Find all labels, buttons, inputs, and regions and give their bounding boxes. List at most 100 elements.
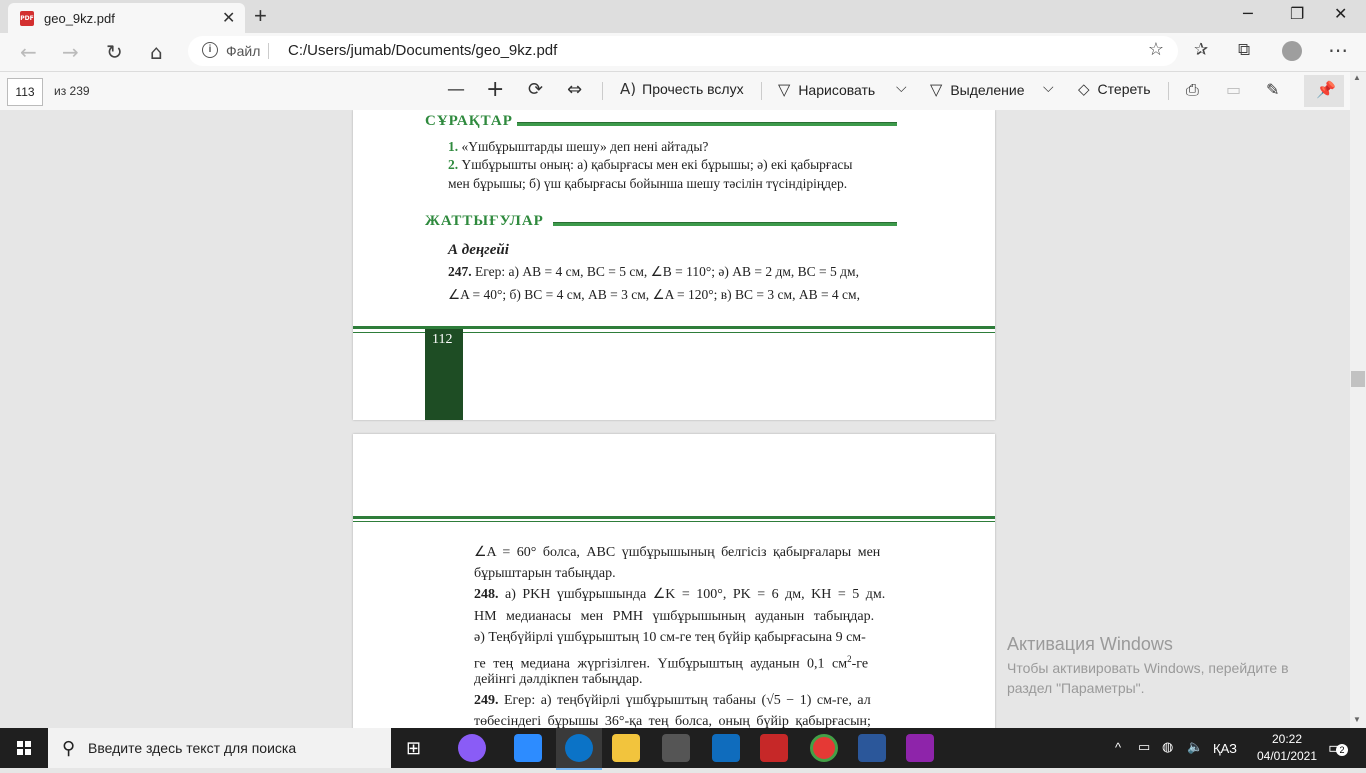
exercise-247-cont-line-1: ∠A = 60° болса, ABC үшбұрышының белгісіз… [474, 545, 881, 560]
exercise-249-line-2: төбесіндегі бұрышы 36°-қа тең болса, оны… [474, 714, 871, 728]
start-button[interactable] [0, 728, 48, 768]
search-placeholder: Введите здесь текст для поиска [88, 740, 297, 756]
save-as-icon[interactable]: ✎ [1266, 80, 1279, 99]
tab-title: geo_9kz.pdf [44, 11, 115, 26]
more-icon[interactable]: ⋯ [1328, 38, 1348, 62]
clock[interactable]: 20:22 04/01/2021 [1255, 731, 1319, 765]
scroll-up-icon[interactable]: ▲ [1353, 73, 1361, 82]
print-icon[interactable]: ⎙ [1186, 80, 1199, 100]
windows-logo-icon [17, 741, 31, 755]
master-app-icon[interactable] [760, 734, 788, 762]
battery-icon[interactable]: ▭ [1138, 739, 1150, 755]
read-aloud-button[interactable]: A) Прочесть вслух [620, 80, 744, 98]
pdf-page-112: СҰРАҚТАР 1. «Үшбұрыштарды шешу» деп нені… [353, 110, 995, 420]
rotate-icon[interactable]: ⟳ [528, 79, 543, 100]
window-close-icon[interactable]: ✕ [1334, 4, 1347, 23]
profile-avatar[interactable] [1282, 41, 1302, 61]
file-explorer-icon[interactable] [612, 734, 640, 762]
toolbar-separator [602, 82, 603, 100]
level-heading: А деңгейі [448, 242, 509, 258]
questions-heading: СҰРАҚТАР [425, 113, 513, 129]
address-scheme-label: Файл [226, 43, 261, 59]
exercise-249-line-1: 249. Егер: а) теңбүйірлі үшбұрыштың таба… [474, 693, 871, 708]
highlight-button[interactable]: ▽ Выделение [930, 80, 1025, 99]
header-rule-thin [353, 521, 995, 522]
search-icon: ⚲ [62, 738, 76, 758]
edge-taskbar-button[interactable] [556, 728, 602, 770]
fit-page-icon[interactable]: ⇔ [567, 79, 582, 100]
vertical-scrollbar[interactable] [1350, 72, 1366, 728]
winrar-icon[interactable] [906, 734, 934, 762]
clock-date: 04/01/2021 [1256, 749, 1318, 763]
heading-rule [553, 222, 897, 226]
new-tab-icon[interactable]: + [254, 3, 267, 29]
exercises-heading: ЖАТТЫҒУЛАР [425, 213, 544, 229]
zoom-out-icon[interactable]: — [447, 79, 465, 100]
pdf-file-icon: PDF [20, 11, 34, 26]
mail-icon[interactable] [712, 734, 740, 762]
exercise-248-line-3: ә) Теңбүйірлі үшбұрыштың 10 см-ге тең бү… [474, 630, 866, 645]
volume-icon[interactable]: 🔈 [1187, 739, 1203, 755]
clock-time: 20:22 [1271, 732, 1303, 746]
pen-icon: ▽ [778, 80, 791, 99]
erase-button[interactable]: ◇ Стереть [1078, 80, 1151, 98]
activation-title: Активация Windows [1007, 634, 1173, 654]
question-2-line-1: 2. Үшбұрышты оның: а) қабырғасы мен екі … [448, 157, 853, 172]
url-text[interactable]: C:/Users/jumab/Documents/geo_9kz.pdf [288, 42, 557, 59]
page-number-tab: 112 [425, 329, 463, 420]
favorite-star-icon[interactable]: ☆ [1148, 39, 1164, 60]
page-number-input[interactable]: 113 [7, 78, 43, 106]
tab-close-icon[interactable]: ✕ [222, 8, 235, 28]
heading-rule [517, 122, 897, 126]
toolbar-separator [761, 82, 762, 100]
language-indicator[interactable]: ҚАЗ [1213, 741, 1237, 756]
home-icon[interactable]: ⌂ [150, 40, 163, 64]
back-icon[interactable]: ← [20, 40, 37, 64]
exercise-247-line-1: 247. Егер: а) AB = 4 см, BC = 5 см, ∠B =… [448, 264, 859, 279]
activation-message: Чтобы активировать Windows, перейдите в … [1007, 660, 1289, 696]
alice-assistant-icon[interactable] [458, 734, 486, 762]
zoom-app-icon[interactable] [514, 734, 542, 762]
info-icon[interactable]: i [202, 42, 218, 58]
highlighter-icon: ▽ [930, 80, 943, 99]
pin-icon: 📌 [1316, 80, 1336, 99]
pdf-page-113: ∠A = 60° болса, ABC үшбұрышының белгісіз… [353, 434, 995, 728]
tray-expand-icon[interactable]: ^ [1115, 740, 1121, 755]
tab-geo-pdf[interactable]: PDF geo_9kz.pdf ✕ [8, 3, 245, 33]
store-icon[interactable] [662, 734, 690, 762]
draw-button[interactable]: ▽ Нарисовать [778, 80, 875, 99]
page-number: 112 [432, 332, 453, 347]
address-separator [268, 43, 269, 59]
task-view-icon[interactable]: ⊞ [406, 738, 421, 759]
zoom-in-icon[interactable]: + [486, 77, 504, 102]
exercise-248-line-2: HM медианасы мен PMH үшбұрышының ауданын… [474, 609, 875, 624]
taskbar-search-box[interactable]: ⚲ Введите здесь текст для поиска [48, 728, 391, 768]
save-icon[interactable]: ▭ [1226, 80, 1241, 99]
collections-icon[interactable]: ⧉ [1238, 40, 1250, 60]
question-2-line-2: мен бұрышы; б) үш қабырғасы бойынша шешу… [448, 176, 848, 191]
scrollbar-thumb[interactable] [1351, 371, 1365, 387]
exercise-247-line-2: ∠A = 40°; б) BC = 4 см, AB = 3 см, ∠A = … [448, 287, 860, 302]
eraser-icon: ◇ [1078, 80, 1090, 98]
refresh-icon[interactable]: ↻ [106, 40, 123, 64]
read-aloud-icon: A) [620, 80, 637, 98]
maximize-icon[interactable]: ❐ [1290, 4, 1304, 23]
exercise-247-cont-line-2: бұрыштарын табыңдар. [474, 566, 616, 581]
draw-label: Нарисовать [798, 81, 876, 98]
pin-toolbar-button[interactable]: 📌 [1304, 75, 1344, 107]
draw-dropdown-icon[interactable]: ⌵ [896, 80, 907, 96]
scroll-down-icon[interactable]: ▼ [1353, 715, 1361, 724]
network-icon[interactable]: ◍ [1162, 739, 1173, 755]
exercise-248-line-1: 248. а) PKH үшбұрышында ∠K = 100°, PK = … [474, 587, 886, 602]
chrome-icon[interactable] [810, 734, 838, 762]
read-aloud-label: Прочесть вслух [642, 81, 744, 97]
word-icon[interactable] [858, 734, 886, 762]
address-bar[interactable]: i Файл C:/Users/jumab/Documents/geo_9kz.… [188, 36, 1178, 66]
notification-center-button[interactable]: ▭ 2 [1328, 738, 1348, 758]
exercise-248-line-5: дейінгі дәлдікпен табыңдар. [474, 672, 643, 687]
favorites-icon[interactable]: ✰ [1194, 40, 1208, 60]
forward-icon[interactable]: → [62, 40, 79, 64]
minimize-icon[interactable]: ─ [1243, 4, 1253, 23]
highlight-dropdown-icon[interactable]: ⌵ [1043, 80, 1054, 96]
page-count-label: из 239 [54, 84, 90, 98]
